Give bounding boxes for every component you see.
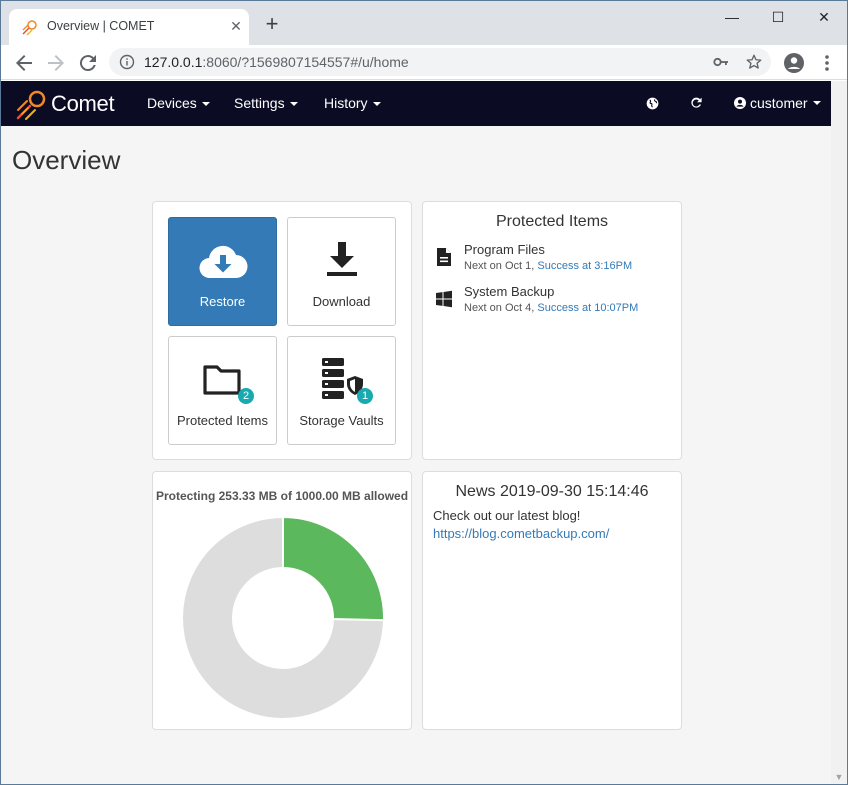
storage-caption: Protecting 253.33 MB of 1000.00 MB allow…: [155, 489, 409, 503]
kebab-menu-icon[interactable]: [821, 53, 833, 73]
protected-item-schedule: Next on Oct 4, Success at 10:07PM: [464, 302, 638, 314]
minimize-icon[interactable]: —: [709, 3, 755, 31]
protected-item-row[interactable]: System Backup Next on Oct 4, Success at …: [433, 284, 673, 318]
brand-link[interactable]: Comet: [15, 85, 115, 123]
caret-down-icon: [289, 102, 298, 107]
protected-items-count-badge: 2: [238, 388, 254, 404]
nav-history-label: History: [324, 95, 368, 111]
storage-donut-chart: [181, 516, 385, 720]
page-title: Overview: [12, 145, 121, 175]
protected-item-schedule: Next on Oct 1, Success at 3:16PM: [464, 260, 632, 272]
back-arrow-icon[interactable]: [12, 51, 36, 75]
cloud-download-icon: [199, 245, 248, 279]
new-tab-icon[interactable]: +: [261, 13, 283, 36]
storage-vaults-label: Storage Vaults: [299, 413, 384, 428]
nav-settings-dropdown[interactable]: Settings: [234, 95, 298, 111]
protected-items-heading: Protected Items: [495, 213, 609, 230]
storage-used-slice: [282, 516, 385, 622]
download-label: Download: [312, 294, 371, 309]
caret-down-icon: [372, 102, 381, 107]
storage-vaults-button[interactable]: 1 Storage Vaults: [287, 336, 396, 445]
user-circle-icon: [734, 97, 746, 109]
caret-down-icon: [201, 102, 210, 107]
key-icon[interactable]: [713, 54, 729, 70]
browser-window: Overview | COMET ✕ + — ☐ ✕ 127.0.0.1:806…: [0, 0, 848, 785]
tab-close-icon[interactable]: ✕: [227, 17, 245, 35]
caret-down-icon: [812, 101, 821, 105]
browser-tab[interactable]: Overview | COMET ✕: [9, 9, 249, 45]
comet-favicon-icon: [22, 20, 37, 36]
maximize-icon[interactable]: ☐: [755, 3, 801, 31]
storage-usage-panel: Protecting 253.33 MB of 1000.00 MB allow…: [152, 471, 412, 730]
scroll-down-icon[interactable]: ▼: [831, 769, 847, 784]
download-icon: [327, 242, 357, 276]
globe-icon[interactable]: [646, 97, 659, 110]
protected-item-status-link[interactable]: Success at 3:16PM: [537, 260, 632, 272]
window-close-icon[interactable]: ✕: [801, 3, 847, 31]
windows-icon: [436, 290, 452, 308]
protected-item-name: System Backup: [464, 284, 555, 299]
scrollbar-thumb[interactable]: [833, 81, 845, 741]
info-icon[interactable]: [119, 54, 135, 70]
protected-item-next: Next on Oct 4,: [464, 302, 538, 314]
url-path: :8060/?1569807154557#/u/home: [202, 54, 409, 70]
tab-strip: Overview | COMET ✕ + — ☐ ✕: [1, 1, 847, 45]
refresh-icon[interactable]: [690, 97, 702, 109]
protected-items-button[interactable]: 2 Protected Items: [168, 336, 277, 445]
page-viewport: Comet Devices Settings History customer: [1, 81, 847, 784]
restore-label: Restore: [199, 294, 246, 309]
actions-panel: Restore Download 2 Protected Items 1 Sto…: [152, 201, 412, 460]
nav-settings-label: Settings: [234, 95, 285, 111]
restore-button[interactable]: Restore: [168, 217, 277, 326]
news-link[interactable]: https://blog.cometbackup.com/: [433, 525, 609, 543]
app-navbar: Comet Devices Settings History customer: [1, 81, 831, 126]
protected-item-status-link[interactable]: Success at 10:07PM: [537, 302, 638, 314]
news-body: Check out our latest blog! https://blog.…: [433, 507, 609, 543]
url-text: 127.0.0.1:8060/?1569807154557#/u/home: [144, 54, 409, 70]
file-icon: [437, 248, 451, 266]
storage-vaults-count-badge: 1: [357, 388, 373, 404]
tab-title: Overview | COMET: [47, 19, 155, 33]
news-heading: News 2019-09-30 15:14:46: [455, 483, 649, 500]
nav-devices-dropdown[interactable]: Devices: [147, 95, 210, 111]
protected-item-row[interactable]: Program Files Next on Oct 1, Success at …: [433, 242, 673, 276]
browser-toolbar: 127.0.0.1:8060/?1569807154557#/u/home: [1, 45, 847, 80]
profile-avatar-icon[interactable]: [783, 52, 805, 74]
bookmark-star-icon[interactable]: [745, 53, 763, 71]
user-name: customer: [750, 95, 808, 111]
address-bar[interactable]: 127.0.0.1:8060/?1569807154557#/u/home: [109, 48, 771, 76]
page-scrollbar[interactable]: ▼: [831, 81, 847, 784]
brand-name: Comet: [51, 91, 115, 116]
protected-items-label: Protected Items: [176, 413, 269, 428]
protected-item-name: Program Files: [464, 242, 545, 257]
nav-devices-label: Devices: [147, 95, 197, 111]
nav-history-dropdown[interactable]: History: [324, 95, 381, 111]
protected-item-next: Next on Oct 1,: [464, 260, 538, 272]
download-button[interactable]: Download: [287, 217, 396, 326]
url-host: 127.0.0.1: [144, 54, 203, 70]
news-text: Check out our latest blog!: [433, 508, 581, 523]
news-panel: News 2019-09-30 15:14:46 Check out our l…: [422, 471, 682, 730]
reload-icon[interactable]: [76, 51, 100, 75]
comet-logo-icon: [16, 90, 46, 120]
user-menu-dropdown[interactable]: customer: [734, 95, 821, 111]
protected-items-panel: Protected Items Program Files Next on Oc…: [422, 201, 682, 460]
forward-arrow-icon[interactable]: [44, 51, 68, 75]
